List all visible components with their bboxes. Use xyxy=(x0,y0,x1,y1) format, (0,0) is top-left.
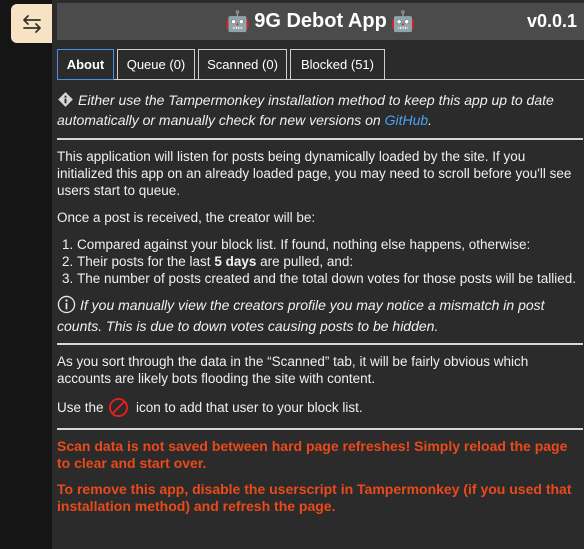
app-header: 🤖 9G Debot App 🤖 v0.0.1 xyxy=(57,3,584,40)
app-title-text: 9G Debot App xyxy=(254,10,387,32)
step-2-before: Their posts for the last xyxy=(77,254,215,269)
block-hint-after: icon to add that user to your block list… xyxy=(132,400,363,415)
process-step-3: The number of posts created and the tota… xyxy=(77,270,583,287)
step-2-after: are pulled, and: xyxy=(256,254,354,269)
refresh-warning: Scan data is not saved between hard page… xyxy=(57,438,568,471)
process-lead: Once a post is received, the creator wil… xyxy=(57,210,316,225)
block-hint: Use the icon to add that user to your bl… xyxy=(57,397,583,418)
intro-paragraph: This application will listen for posts b… xyxy=(57,149,572,198)
mismatch-note-text: If you manually view the creators profil… xyxy=(57,297,545,334)
update-notice: Either use the Tampermonkey installation… xyxy=(57,90,583,134)
update-notice-text: Either use the Tampermonkey installation… xyxy=(57,92,554,128)
about-content: Either use the Tampermonkey installation… xyxy=(57,90,583,524)
swap-arrows-icon xyxy=(22,14,41,33)
robot-icon: 🤖 xyxy=(390,11,416,33)
app-version: v0.0.1 xyxy=(526,11,577,31)
divider xyxy=(57,428,583,430)
divider xyxy=(57,343,583,345)
tab-about[interactable]: About xyxy=(57,49,114,80)
tab-queue[interactable]: Queue (0) xyxy=(117,49,195,79)
blocked-icon xyxy=(109,397,129,418)
circle-info-icon xyxy=(57,295,76,314)
remove-warning: To remove this app, disable the userscri… xyxy=(57,481,572,514)
scanned-paragraph: As you sort through the data in the “Sca… xyxy=(57,354,529,386)
tab-scanned[interactable]: Scanned (0) xyxy=(198,49,287,79)
tab-bar: About Queue (0) Scanned (0) Blocked (51) xyxy=(57,49,584,80)
block-hint-before: Use the xyxy=(57,400,108,415)
process-step-1: Compared against your block list. If fou… xyxy=(77,236,583,253)
page-left-strip xyxy=(0,0,52,549)
app-title: 🤖 9G Debot App 🤖 xyxy=(57,3,584,40)
update-notice-end: . xyxy=(428,112,433,128)
tab-blocked[interactable]: Blocked (51) xyxy=(290,49,385,79)
app-panel: 🤖 9G Debot App 🤖 v0.0.1 About Queue (0) … xyxy=(52,0,584,549)
mismatch-note: If you manually view the creators profil… xyxy=(57,295,583,337)
process-steps: Compared against your block list. If fou… xyxy=(57,236,583,287)
toggle-panel-button[interactable] xyxy=(11,4,52,43)
github-link[interactable]: GitHub xyxy=(385,112,429,128)
divider xyxy=(57,138,583,140)
process-step-2: Their posts for the last 5 days are pull… xyxy=(77,253,583,270)
robot-icon: 🤖 xyxy=(225,11,251,33)
diamond-info-icon xyxy=(58,92,73,107)
step-2-days: 5 days xyxy=(214,254,257,269)
